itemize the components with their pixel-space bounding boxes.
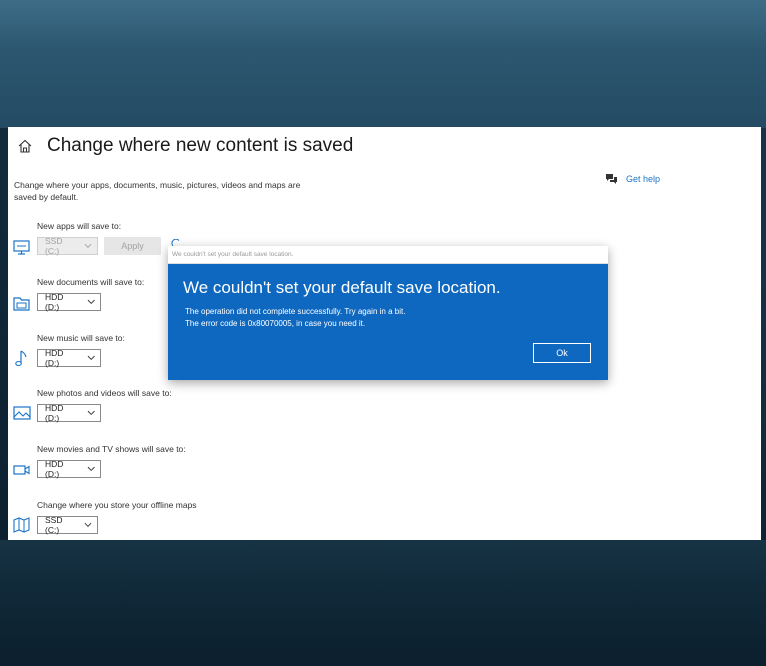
dropdown-value: HDD (D:) (45, 403, 64, 423)
dropdown-value: SSD (C:) (45, 515, 63, 535)
desktop-background-top (0, 0, 766, 128)
error-dialog: We couldn't set your default save locati… (168, 246, 608, 380)
dialog-heading: We couldn't set your default save locati… (183, 278, 501, 297)
dialog-titlebar[interactable]: We couldn't set your default save locati… (168, 246, 608, 264)
desktop-background-bottom (0, 540, 766, 666)
folder-icon (13, 297, 30, 311)
setting-label: New apps will save to: (37, 221, 122, 231)
ok-button[interactable]: Ok (533, 343, 591, 363)
get-help-link[interactable]: Get help (626, 174, 660, 184)
dialog-message-line2: The error code is 0x80070005, in case yo… (185, 319, 366, 328)
home-icon[interactable] (17, 138, 33, 154)
monitor-icon (13, 240, 30, 255)
setting-label: New photos and videos will save to: (37, 388, 172, 398)
dialog-body: We couldn't set your default save locati… (168, 264, 608, 380)
dialog-message-line1: The operation did not complete successfu… (185, 307, 406, 316)
chevron-down-icon (87, 466, 95, 472)
photos-location-dropdown[interactable]: HDD (D:) (37, 403, 101, 423)
chat-help-icon (606, 174, 617, 184)
apps-location-dropdown[interactable]: SSD (C:) (37, 236, 98, 256)
setting-movies: New movies and TV shows will save to: HD… (12, 444, 432, 484)
setting-label: Change where you store your offline maps (37, 500, 197, 510)
dropdown-value: SSD (C:) (45, 236, 63, 256)
map-icon (13, 517, 30, 533)
dropdown-value: HDD (D:) (45, 459, 64, 479)
dropdown-value: HDD (D:) (45, 292, 64, 312)
setting-label: New movies and TV shows will save to: (37, 444, 186, 454)
chevron-down-icon (84, 522, 92, 527)
video-camera-icon (13, 465, 30, 475)
title-row: Change where new content is saved (17, 135, 353, 157)
setting-photos: New photos and videos will save to: HDD … (12, 388, 432, 428)
documents-location-dropdown[interactable]: HDD (D:) (37, 292, 101, 312)
chevron-down-icon (87, 355, 95, 361)
chevron-down-icon (84, 243, 92, 248)
setting-maps: Change where you store your offline maps… (12, 500, 432, 540)
page-title: Change where new content is saved (47, 135, 354, 156)
chevron-down-icon (87, 410, 95, 416)
music-note-icon (15, 350, 27, 367)
setting-label: New music will save to: (37, 333, 125, 343)
apply-button[interactable]: Apply (104, 237, 161, 255)
dropdown-value: HDD (D:) (45, 348, 64, 368)
maps-location-dropdown[interactable]: SSD (C:) (37, 515, 98, 535)
get-help[interactable]: Get help (605, 173, 660, 185)
chevron-down-icon (87, 299, 95, 305)
setting-label: New documents will save to: (37, 277, 145, 287)
music-location-dropdown[interactable]: HDD (D:) (37, 348, 101, 368)
page-description: Change where your apps, documents, music… (14, 180, 301, 202)
movies-location-dropdown[interactable]: HDD (D:) (37, 459, 101, 479)
image-icon (13, 406, 31, 420)
